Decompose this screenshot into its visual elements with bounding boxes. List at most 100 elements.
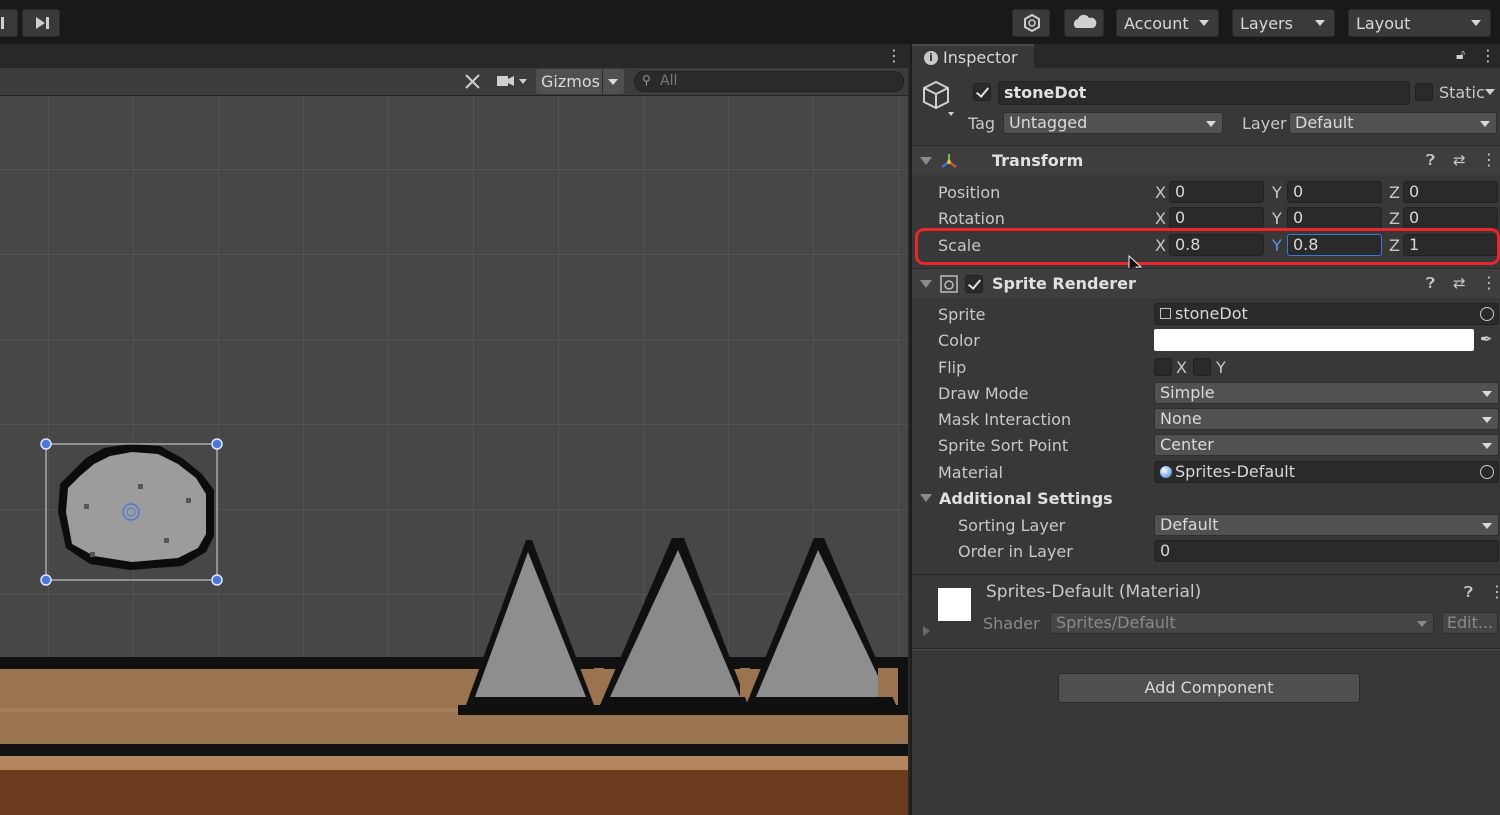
- pause-button[interactable]: [0, 9, 18, 37]
- scene-view[interactable]: [0, 96, 908, 815]
- cloud-button[interactable]: [1064, 9, 1104, 37]
- sprite-renderer-header[interactable]: Sprite Renderer ❓︎ ⇄ ⋮: [912, 268, 1500, 298]
- flip-y-checkbox[interactable]: [1193, 358, 1211, 376]
- more-options-icon[interactable]: ⋮: [1489, 582, 1500, 601]
- tag-label: Tag: [968, 114, 996, 133]
- transform-title: Transform: [992, 151, 1084, 170]
- order-in-layer-field[interactable]: 0: [1154, 540, 1499, 562]
- tools-icon: [465, 74, 480, 89]
- resize-handle[interactable]: [40, 438, 52, 450]
- layer-value: Default: [1295, 113, 1354, 132]
- inspector-tab-label: Inspector: [943, 48, 1018, 67]
- layers-dropdown[interactable]: Layers: [1232, 9, 1335, 37]
- material-preview: [938, 588, 971, 621]
- preset-icon[interactable]: ⇄: [1453, 274, 1466, 292]
- resize-handle[interactable]: [211, 438, 223, 450]
- cloud-icon: [1073, 14, 1097, 28]
- account-dropdown[interactable]: Account: [1116, 9, 1219, 37]
- rotation-label: Rotation: [938, 209, 1005, 228]
- pause-icon: [1, 17, 4, 29]
- flip-x-checkbox[interactable]: [1154, 358, 1172, 376]
- tab-inspector[interactable]: i Inspector: [912, 44, 1034, 69]
- rotation-x-field[interactable]: 0: [1169, 207, 1264, 229]
- rotation-y-field[interactable]: 0: [1287, 207, 1382, 229]
- sorting-layer-dropdown[interactable]: Default: [1154, 514, 1499, 536]
- order-in-layer-label: Order in Layer: [958, 542, 1073, 561]
- active-checkbox[interactable]: [973, 83, 991, 101]
- layer-label: Layer: [1242, 114, 1287, 133]
- foldout-arrow-icon[interactable]: [920, 494, 932, 502]
- more-options-icon[interactable]: ⋮: [1481, 273, 1497, 292]
- object-name-field[interactable]: stoneDot: [998, 81, 1410, 105]
- rotation-z-field[interactable]: 0: [1403, 207, 1498, 229]
- shader-label: Shader: [983, 614, 1040, 633]
- foldout-arrow-icon[interactable]: [923, 626, 930, 636]
- object-picker-icon[interactable]: [1480, 465, 1494, 479]
- scene-toolbar: Gizmos ⚲ All: [0, 68, 908, 96]
- layout-dropdown[interactable]: Layout: [1348, 9, 1491, 37]
- eyedropper-icon[interactable]: ✒︎: [1480, 330, 1493, 348]
- tag-dropdown[interactable]: Untagged: [1003, 112, 1223, 134]
- more-options-icon[interactable]: ⋮: [886, 46, 902, 65]
- static-label: Static: [1439, 83, 1485, 102]
- position-y-field[interactable]: 0: [1287, 181, 1382, 203]
- position-z-field[interactable]: 0: [1403, 181, 1498, 203]
- foldout-arrow-icon[interactable]: [920, 280, 932, 288]
- preset-icon[interactable]: ⇄: [1453, 151, 1466, 169]
- draw-mode-dropdown[interactable]: Simple: [1154, 382, 1499, 404]
- object-picker-icon[interactable]: [1480, 307, 1494, 321]
- scene-search-input[interactable]: ⚲ All: [634, 71, 904, 92]
- flip-label: Flip: [938, 358, 967, 377]
- scene-tab-bar: ⋮: [0, 44, 908, 68]
- more-options-icon[interactable]: ⋮: [1480, 46, 1496, 65]
- shader-edit-button[interactable]: Edit...: [1442, 612, 1498, 634]
- chevron-down-icon: [1482, 443, 1492, 449]
- chevron-down-icon: [1471, 20, 1481, 26]
- help-icon[interactable]: ❓︎: [1426, 274, 1435, 292]
- transform-icon: [941, 154, 957, 168]
- collab-button[interactable]: [1012, 9, 1050, 37]
- chevron-down-icon[interactable]: [1485, 89, 1495, 95]
- flip-x-label: X: [1176, 358, 1187, 377]
- camera-button[interactable]: [492, 68, 534, 95]
- sprite-sort-point-dropdown[interactable]: Center: [1154, 434, 1499, 456]
- layer-dropdown[interactable]: Default: [1289, 112, 1497, 134]
- chevron-down-icon: [1417, 621, 1427, 627]
- transform-header[interactable]: Transform ❓︎ ⇄ ⋮: [912, 145, 1500, 175]
- chevron-down-icon: [1482, 417, 1492, 423]
- mask-interaction-dropdown[interactable]: None: [1154, 408, 1499, 430]
- info-icon: i: [924, 51, 938, 65]
- help-icon[interactable]: ❓︎: [1464, 583, 1473, 601]
- gizmos-button[interactable]: Gizmos: [536, 69, 624, 94]
- help-icon[interactable]: ❓︎: [1426, 151, 1435, 169]
- flip-y-label: Y: [1216, 358, 1226, 377]
- layers-label: Layers: [1240, 13, 1293, 33]
- resize-handle[interactable]: [211, 574, 223, 586]
- color-label: Color: [938, 331, 980, 350]
- sprite-object-field[interactable]: stoneDot: [1154, 303, 1499, 325]
- mask-interaction-label: Mask Interaction: [938, 410, 1072, 429]
- more-options-icon[interactable]: ⋮: [1481, 150, 1497, 169]
- axis-z-label: Z: [1389, 209, 1400, 228]
- step-button[interactable]: [22, 9, 60, 37]
- add-component-button[interactable]: Add Component: [1058, 673, 1360, 703]
- scale-highlight-outline: [915, 228, 1500, 265]
- position-x-field[interactable]: 0: [1169, 181, 1264, 203]
- search-placeholder: All: [660, 73, 678, 89]
- material-object-field[interactable]: Sprites-Default: [1154, 461, 1499, 483]
- search-icon: ⚲: [642, 73, 651, 87]
- resize-handle[interactable]: [40, 574, 52, 586]
- sprite-renderer-enabled-checkbox[interactable]: [965, 275, 983, 293]
- inspector-tab-bar: i Inspector 🔓︎ ⋮: [912, 44, 1500, 69]
- axis-y-label: Y: [1272, 209, 1282, 228]
- additional-settings-foldout[interactable]: Additional Settings: [939, 489, 1113, 508]
- scene-canvas: [0, 438, 908, 815]
- static-checkbox[interactable]: [1415, 83, 1433, 101]
- gizmos-label: Gizmos: [541, 72, 600, 91]
- foldout-arrow-icon[interactable]: [920, 157, 932, 165]
- lock-icon[interactable]: 🔓︎: [1456, 47, 1465, 63]
- shader-dropdown[interactable]: Sprites/Default: [1050, 612, 1434, 634]
- tools-button[interactable]: [458, 68, 488, 95]
- color-swatch[interactable]: [1154, 329, 1474, 351]
- sprite-value: stoneDot: [1175, 304, 1248, 323]
